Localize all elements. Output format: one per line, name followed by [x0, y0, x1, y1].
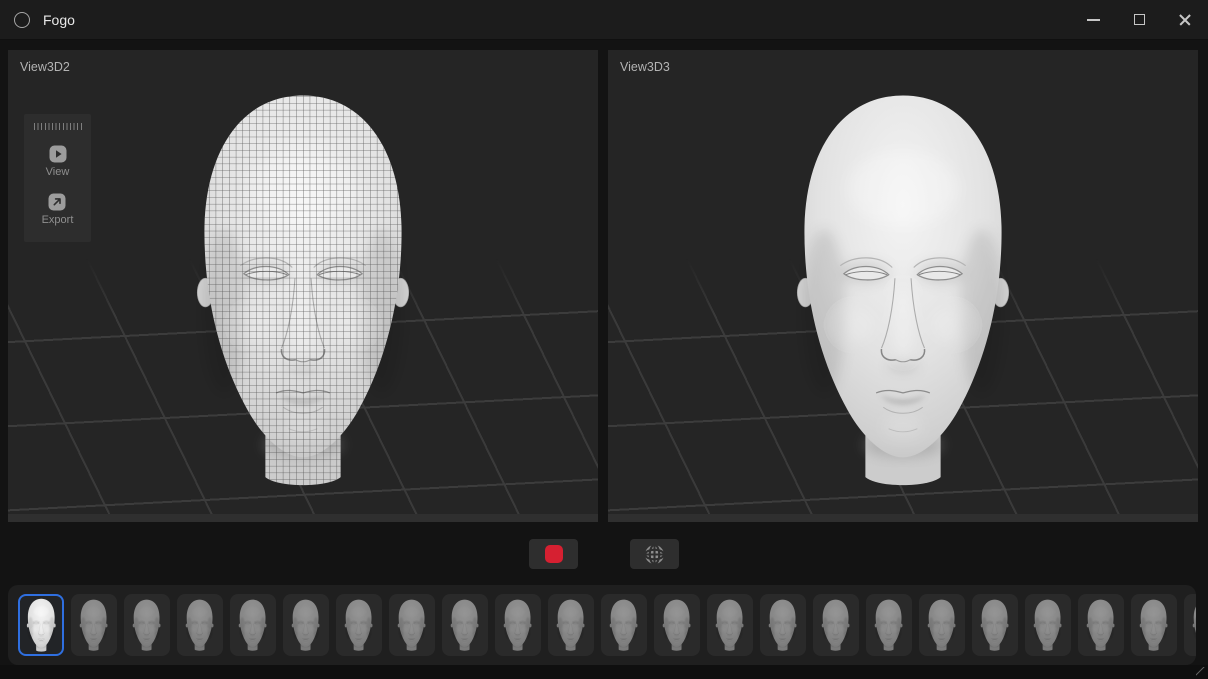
- viewport-label: View3D2: [20, 60, 70, 74]
- thumbnail[interactable]: [1131, 594, 1177, 656]
- thumbnail-face: [606, 598, 641, 652]
- viewport-label: View3D3: [620, 60, 670, 74]
- thumbnail[interactable]: [283, 594, 329, 656]
- thumbnail-face: [1189, 598, 1196, 652]
- thumbnail[interactable]: [336, 594, 382, 656]
- thumbnail[interactable]: [230, 594, 276, 656]
- thumbnail-face: [924, 598, 959, 652]
- thumbnail[interactable]: [972, 594, 1018, 656]
- close-button[interactable]: [1162, 0, 1208, 39]
- wireframe-face-mesh: [169, 83, 438, 495]
- shaded-face: [769, 83, 1038, 495]
- maximize-icon: [1134, 14, 1145, 25]
- play-icon: [49, 145, 67, 163]
- thumbnail[interactable]: [18, 594, 64, 656]
- maximize-button[interactable]: [1116, 0, 1162, 39]
- thumbnail[interactable]: [1025, 594, 1071, 656]
- thumbnail-face: [818, 598, 853, 652]
- thumbnail-face: [129, 598, 164, 652]
- filmstrip-panel: [8, 585, 1196, 665]
- viewport-scrollbar[interactable]: [8, 514, 598, 522]
- app-title: Fogo: [43, 12, 75, 28]
- thumbnail-face: [712, 598, 747, 652]
- thumbnail-face: [182, 598, 217, 652]
- thumbnail-face: [341, 598, 376, 652]
- resize-grip[interactable]: [1196, 667, 1207, 678]
- app-logo-circle-icon: [14, 12, 30, 28]
- thumbnail[interactable]: [495, 594, 541, 656]
- thumbnail-face: [765, 598, 800, 652]
- transport-bar: [0, 539, 1208, 569]
- view-button[interactable]: View: [46, 145, 70, 178]
- viewport-3d-wireframe[interactable]: View3D2 View Export: [8, 50, 598, 522]
- thumbnail[interactable]: [71, 594, 117, 656]
- thumbnail[interactable]: [1184, 594, 1196, 656]
- thumbnail-face: [977, 598, 1012, 652]
- minimize-button[interactable]: [1070, 0, 1116, 39]
- thumbnail[interactable]: [601, 594, 647, 656]
- panel-drag-handle[interactable]: [34, 123, 82, 130]
- thumbnail-face: [871, 598, 906, 652]
- thumbnail[interactable]: [124, 594, 170, 656]
- export-button[interactable]: Export: [42, 193, 74, 226]
- thumbnail-face: [1083, 598, 1118, 652]
- close-icon: [1178, 13, 1192, 27]
- viewport-scrollbar[interactable]: [608, 514, 1198, 522]
- titlebar: Fogo: [0, 0, 1208, 40]
- thumbnail-face: [76, 598, 111, 652]
- thumbnail[interactable]: [760, 594, 806, 656]
- filmstrip: [8, 585, 1196, 656]
- thumbnail[interactable]: [389, 594, 435, 656]
- thumbnail-face: [1136, 598, 1171, 652]
- thumbnail[interactable]: [442, 594, 488, 656]
- window-footer: [0, 665, 1208, 679]
- viewport-3d-shaded[interactable]: View3D3: [608, 50, 1198, 522]
- stop-button[interactable]: [529, 539, 578, 569]
- thumbnail-face: [500, 598, 535, 652]
- thumbnail-face: [288, 598, 323, 652]
- globe-button[interactable]: [630, 539, 679, 569]
- thumbnail-face: [659, 598, 694, 652]
- tool-panel: View Export: [24, 114, 91, 242]
- thumbnail[interactable]: [813, 594, 859, 656]
- thumbnail-face: [23, 597, 60, 653]
- thumbnail-face: [553, 598, 588, 652]
- thumbnail-face: [235, 598, 270, 652]
- export-button-label: Export: [42, 214, 74, 226]
- window-controls: [1070, 0, 1208, 39]
- thumbnail-face: [1030, 598, 1065, 652]
- minimize-icon: [1087, 19, 1100, 21]
- thumbnail[interactable]: [654, 594, 700, 656]
- thumbnail-face: [447, 598, 482, 652]
- thumbnail[interactable]: [548, 594, 594, 656]
- thumbnail[interactable]: [707, 594, 753, 656]
- thumbnail[interactable]: [866, 594, 912, 656]
- thumbnail[interactable]: [177, 594, 223, 656]
- thumbnail[interactable]: [919, 594, 965, 656]
- view-button-label: View: [46, 166, 70, 178]
- thumbnail-face: [394, 598, 429, 652]
- export-arrow-icon: [48, 193, 66, 211]
- thumbnail[interactable]: [1078, 594, 1124, 656]
- globe-icon: [643, 543, 666, 566]
- stop-icon: [545, 545, 563, 563]
